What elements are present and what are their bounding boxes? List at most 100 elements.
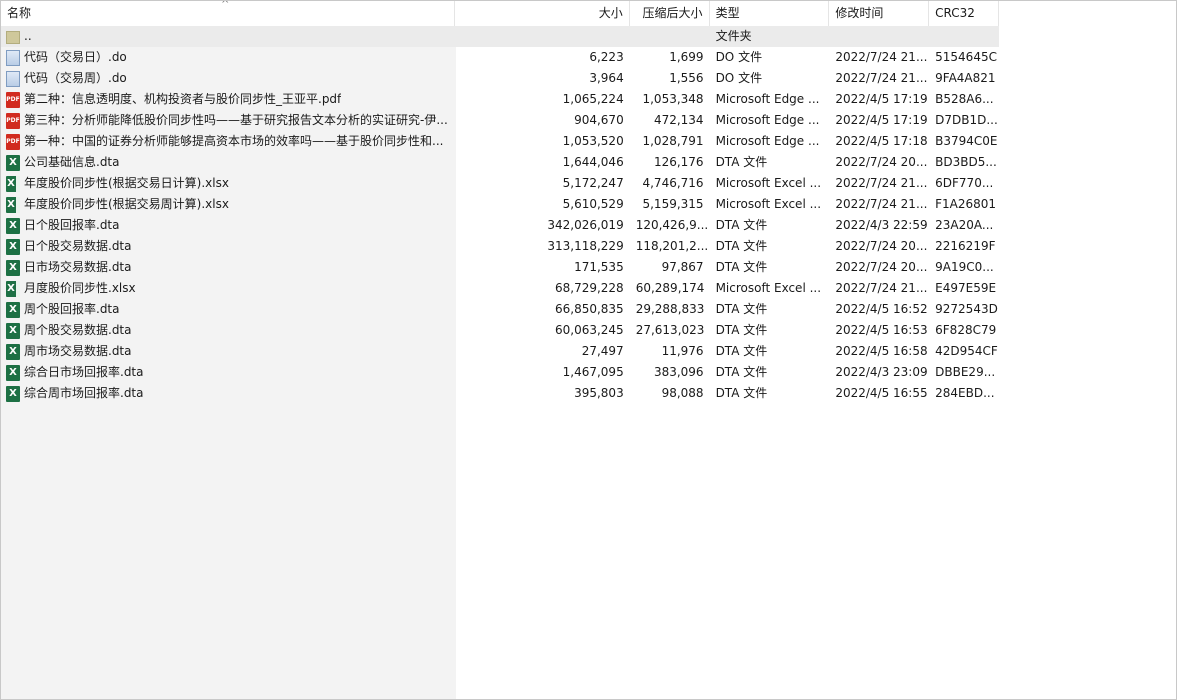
file-name: 周市场交易数据.dta — [24, 344, 132, 358]
file-size: 68,729,228 — [554, 281, 624, 295]
parent-folder-row[interactable]: .. 文件夹 — [1, 26, 999, 47]
file-row[interactable]: X 综合日市场回报率.dta 1,467,095 383,096 DTA 文件 2022/… — [1, 362, 999, 383]
crc32-value: B3794C0E — [935, 134, 998, 148]
file-name: 代码（交易日）.do — [24, 50, 127, 64]
file-type: Microsoft Edge ... — [715, 113, 820, 127]
crc32-value: 9272543D — [935, 302, 998, 316]
file-row[interactable]: X 日市场交易数据.dta 171,535 97,867 DTA 文件 2022/7/24… — [1, 257, 999, 278]
file-name-cell[interactable]: PDF 第三种：分析师能降低股价同步性吗——基于研究报告文本分析的实证研究-伊..… — [1, 110, 455, 131]
file-type: DO 文件 — [715, 71, 763, 85]
file-size: 5,610,529 — [562, 197, 624, 211]
file-name-cell[interactable]: 代码（交易日）.do — [1, 47, 455, 68]
file-type: DO 文件 — [715, 50, 763, 64]
file-type: 文件夹 — [715, 29, 752, 43]
file-row[interactable]: X 月度股价同步性.xlsx 68,729,228 60,289,174 Microso… — [1, 278, 999, 299]
file-type: DTA 文件 — [715, 239, 768, 253]
file-name-cell[interactable]: X 周个股交易数据.dta — [1, 320, 455, 341]
packed-size: 98,088 — [661, 386, 704, 400]
file-size: 3,964 — [589, 71, 624, 85]
file-name-cell[interactable]: X 周个股回报率.dta — [1, 299, 455, 320]
file-name: 年度股价同步性(根据交易日计算).xlsx — [24, 176, 229, 190]
excel-icon: X — [6, 238, 20, 255]
file-row[interactable]: X 年度股价同步性(根据交易周计算).xlsx 5,610,529 5,159,315… — [1, 194, 999, 215]
file-type: DTA 文件 — [715, 344, 768, 358]
modified-time: 2022/7/24 21... — [835, 281, 928, 295]
file-name-cell[interactable]: X 周市场交易数据.dta — [1, 341, 455, 362]
packed-size: 11,976 — [661, 344, 704, 358]
file-name: 第三种：分析师能降低股价同步性吗——基于研究报告文本分析的实证研究-伊... — [24, 113, 448, 127]
file-size: 1,065,224 — [562, 92, 624, 106]
file-name-cell[interactable]: .. — [1, 26, 455, 47]
file-row[interactable]: X 日个股交易数据.dta 313,118,229 118,201,2... DTA 文… — [1, 236, 999, 257]
file-name-cell[interactable]: X 综合周市场回报率.dta — [1, 383, 455, 404]
file-name: 代码（交易周）.do — [24, 71, 127, 85]
modified-time: 2022/7/24 21... — [835, 197, 928, 211]
modified-time: 2022/4/3 22:59 — [835, 218, 928, 232]
modified-time: 2022/4/5 16:58 — [835, 344, 928, 358]
crc32-value: B528A6... — [935, 92, 994, 106]
file-name-cell[interactable]: PDF 第二种：信息透明度、机构投资者与股价同步性_王亚平.pdf — [1, 89, 455, 110]
file-name-cell[interactable]: X 综合日市场回报率.dta — [1, 362, 455, 383]
file-type: DTA 文件 — [715, 260, 768, 274]
file-name: .. — [24, 29, 32, 43]
file-type: Microsoft Excel ... — [715, 197, 822, 211]
file-size: 1,053,520 — [562, 134, 624, 148]
folder-icon — [6, 31, 20, 44]
file-name: 第二种：信息透明度、机构投资者与股价同步性_王亚平.pdf — [24, 92, 342, 106]
column-header-size[interactable]: 大小 — [455, 1, 630, 26]
packed-size: 60,289,174 — [635, 281, 705, 295]
file-row[interactable]: 代码（交易周）.do 3,964 1,556 DO 文件 2022/7/24 21...… — [1, 68, 999, 89]
file-size: 6,223 — [589, 50, 624, 64]
file-name: 日个股交易数据.dta — [24, 239, 132, 253]
crc32-value: F1A26801 — [935, 197, 997, 211]
file-name: 第一种：中国的证券分析师能够提高资本市场的效率吗——基于股价同步性和... — [24, 134, 444, 148]
file-row[interactable]: X 日个股回报率.dta 342,026,019 120,426,9... DTA 文件… — [1, 215, 999, 236]
file-name-cell[interactable]: X 日个股交易数据.dta — [1, 236, 455, 257]
file-name-cell[interactable]: X 日市场交易数据.dta — [1, 257, 455, 278]
crc32-value: 9A19C0... — [935, 260, 994, 274]
modified-time: 2022/4/5 17:19 — [835, 113, 928, 127]
file-name-cell[interactable]: X 年度股价同步性(根据交易周计算).xlsx — [1, 194, 455, 215]
file-name: 综合日市场回报率.dta — [24, 365, 144, 379]
file-row[interactable]: 代码（交易日）.do 6,223 1,699 DO 文件 2022/7/24 21...… — [1, 47, 999, 68]
file-row[interactable]: X 综合周市场回报率.dta 395,803 98,088 DTA 文件 2022/4/5… — [1, 383, 999, 404]
column-header-crc32[interactable]: CRC32 — [929, 1, 1000, 26]
file-name-cell[interactable]: X 月度股价同步性.xlsx — [1, 278, 455, 299]
file-size: 66,850,835 — [554, 302, 624, 316]
file-type: DTA 文件 — [715, 365, 768, 379]
file-row[interactable]: PDF 第二种：信息透明度、机构投资者与股价同步性_王亚平.pdf 1,065,22… — [1, 89, 999, 110]
packed-size — [630, 26, 710, 47]
file-name-cell[interactable]: X 年度股价同步性(根据交易日计算).xlsx — [1, 173, 455, 194]
column-header-name[interactable]: 名称 ^ — [1, 1, 456, 26]
file-row[interactable]: PDF 第一种：中国的证券分析师能够提高资本市场的效率吗——基于股价同步性和...… — [1, 131, 999, 152]
file-row[interactable]: X 周市场交易数据.dta 27,497 11,976 DTA 文件 2022/4/5 1… — [1, 341, 999, 362]
file-name-cell[interactable]: X 日个股回报率.dta — [1, 215, 455, 236]
modified-time: 2022/4/5 16:52 — [835, 302, 928, 316]
pdf-icon: PDF — [6, 112, 20, 129]
column-header-type[interactable]: 类型 — [710, 1, 830, 26]
column-header-modified[interactable]: 修改时间 — [829, 1, 930, 26]
modified-time: 2022/7/24 21... — [835, 71, 928, 85]
crc32-value: 284EBD... — [935, 386, 995, 400]
file-row[interactable]: X 周个股交易数据.dta 60,063,245 27,613,023 DTA 文件 20… — [1, 320, 999, 341]
file-name-cell[interactable]: X 公司基础信息.dta — [1, 152, 455, 173]
file-size: 395,803 — [574, 386, 624, 400]
file-row[interactable]: X 周个股回报率.dta 66,850,835 29,288,833 DTA 文件 202… — [1, 299, 999, 320]
crc32-value: E497E59E — [935, 281, 997, 295]
file-row[interactable]: X 公司基础信息.dta 1,644,046 126,176 DTA 文件 2022/7/… — [1, 152, 999, 173]
column-header-packed-size[interactable]: 压缩后大小 — [630, 1, 710, 26]
file-size: 1,467,095 — [562, 365, 624, 379]
file-row[interactable]: PDF 第三种：分析师能降低股价同步性吗——基于研究报告文本分析的实证研究-伊..… — [1, 110, 999, 131]
packed-size: 472,134 — [653, 113, 704, 127]
file-name-cell[interactable]: 代码（交易周）.do — [1, 68, 455, 89]
crc32-value: 6F828C79 — [935, 323, 997, 337]
modified-time: 2022/4/5 16:55 — [835, 386, 928, 400]
packed-size: 126,176 — [653, 155, 704, 169]
file-row[interactable]: X 年度股价同步性(根据交易日计算).xlsx 5,172,247 4,746,716… — [1, 173, 999, 194]
crc32-value: 2216219F — [935, 239, 996, 253]
file-name-cell[interactable]: PDF 第一种：中国的证券分析师能够提高资本市场的效率吗——基于股价同步性和... — [1, 131, 455, 152]
excel-icon: X — [6, 217, 20, 234]
crc32-value: 42D954CF — [935, 344, 998, 358]
excel-icon: X — [6, 364, 20, 381]
file-name: 日个股回报率.dta — [24, 218, 120, 232]
